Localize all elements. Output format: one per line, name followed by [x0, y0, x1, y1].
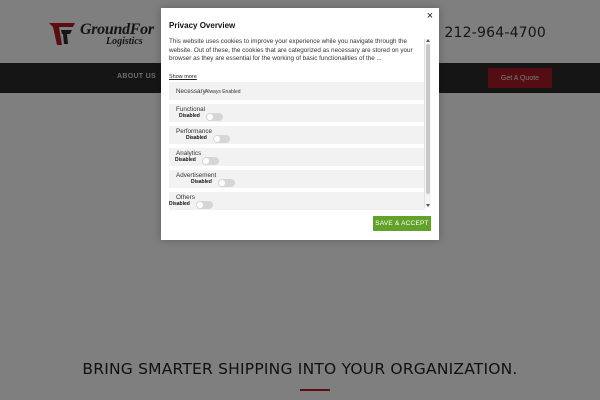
category-label: Functional: [176, 106, 206, 113]
category-state: Disabled: [175, 157, 196, 163]
category-label: Others: [176, 194, 195, 201]
cookie-category-analytics[interactable]: Analytics Disabled: [169, 148, 425, 166]
always-enabled-label: Always Enabled: [205, 89, 241, 95]
performance-toggle[interactable]: [213, 135, 230, 143]
analytics-toggle[interactable]: [202, 157, 219, 165]
toggle-knob: [197, 202, 203, 208]
cookie-category-functional[interactable]: Functional Disabled: [169, 104, 425, 122]
cookie-category-performance[interactable]: Performance Disabled: [169, 126, 425, 144]
category-state: Disabled: [191, 179, 212, 185]
category-label: Necessary: [176, 88, 206, 95]
privacy-overview-modal: × Privacy Overview This website uses coo…: [161, 8, 439, 240]
scroll-down-icon[interactable]: [426, 204, 430, 207]
close-icon[interactable]: ×: [425, 11, 435, 22]
show-more-link[interactable]: Show more: [169, 74, 197, 80]
modal-title: Privacy Overview: [169, 21, 236, 30]
functional-toggle[interactable]: [206, 113, 223, 121]
cookie-category-necessary[interactable]: Necessary Always Enabled: [169, 82, 425, 100]
modal-scrollbar[interactable]: [424, 39, 431, 208]
category-state: Disabled: [179, 113, 200, 119]
scrollbar-thumb[interactable]: [426, 44, 430, 194]
cookie-category-others[interactable]: Others Disabled: [169, 192, 425, 210]
cookie-category-advertisement[interactable]: Advertisement Disabled: [169, 170, 425, 188]
category-label: Analytics: [176, 150, 202, 157]
toggle-knob: [203, 158, 209, 164]
others-toggle[interactable]: [196, 201, 213, 209]
category-state: Disabled: [169, 201, 190, 207]
toggle-knob: [207, 114, 213, 120]
category-label: Advertisement: [176, 172, 217, 179]
cookie-settings-scroll-area[interactable]: This website uses cookies to improve you…: [169, 38, 431, 216]
advertisement-toggle[interactable]: [218, 179, 235, 187]
privacy-description: This website uses cookies to improve you…: [169, 38, 413, 62]
toggle-knob: [214, 136, 220, 142]
scroll-up-icon[interactable]: [426, 39, 430, 42]
category-state: Disabled: [186, 135, 207, 141]
toggle-knob: [219, 180, 225, 186]
save-and-accept-button[interactable]: SAVE & ACCEPT: [373, 216, 431, 231]
category-label: Performance: [176, 128, 213, 135]
